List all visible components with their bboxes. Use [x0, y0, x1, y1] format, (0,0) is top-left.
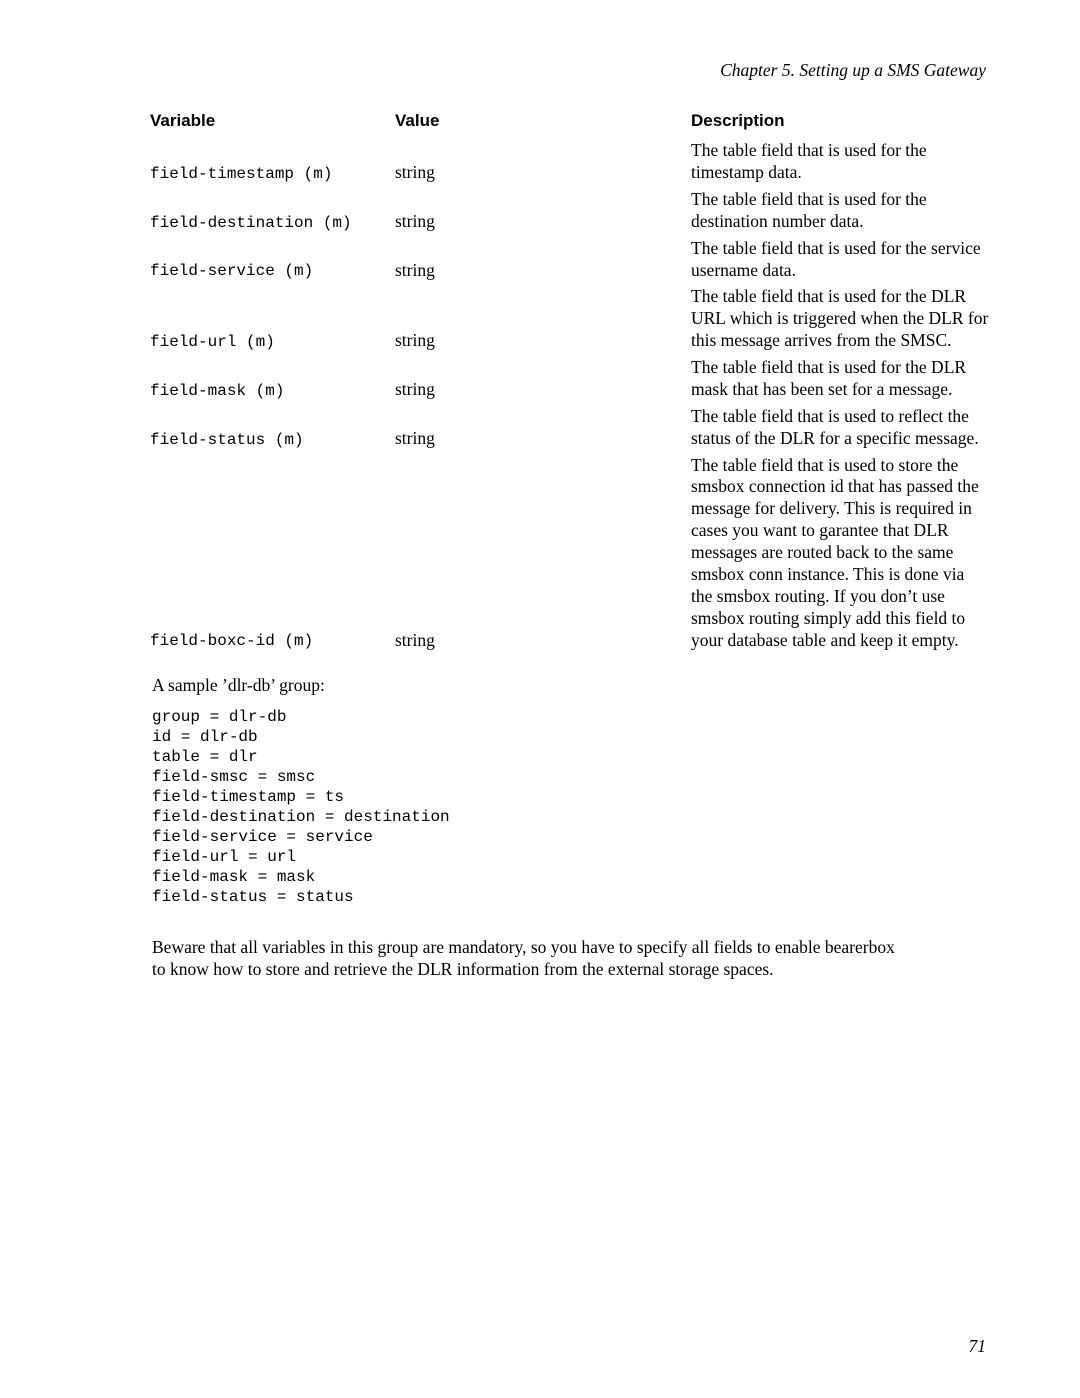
variable-description: The table field that is used for the DLR…: [685, 354, 990, 403]
table-row: field-mask (m) string The table field th…: [150, 354, 990, 403]
col-header-value: Value: [395, 110, 685, 137]
note-paragraph: Beware that all variables in this group …: [152, 937, 902, 981]
variable-value: string: [395, 330, 685, 354]
variable-description: The table field that is used for the ser…: [685, 235, 990, 284]
variable-name: field-mask (m): [150, 381, 395, 403]
variable-value: string: [395, 211, 685, 235]
page: Chapter 5. Setting up a SMS Gateway Vari…: [0, 0, 1080, 1398]
variable-description: The table field that is used to reflect …: [685, 403, 990, 452]
running-head: Chapter 5. Setting up a SMS Gateway: [150, 60, 990, 82]
variable-table: Variable Value Description field-timesta…: [150, 110, 990, 654]
col-header-variable: Variable: [150, 110, 395, 137]
variable-name: field-status (m): [150, 430, 395, 452]
variable-value: string: [395, 260, 685, 284]
variable-value: string: [395, 379, 685, 403]
variable-value: string: [395, 162, 685, 186]
table-row: field-boxc-id (m) string The table field…: [150, 452, 990, 654]
variable-name: field-timestamp (m): [150, 164, 395, 186]
sample-code-block: group = dlr-db id = dlr-db table = dlr f…: [152, 707, 990, 907]
variable-description: The table field that is used for the DLR…: [685, 283, 990, 354]
variable-value: string: [395, 428, 685, 452]
table-row: field-service (m) string The table field…: [150, 235, 990, 284]
page-number: 71: [969, 1336, 987, 1358]
table-header-row: Variable Value Description: [150, 110, 990, 137]
variable-value: string: [395, 630, 685, 654]
variable-name: field-service (m): [150, 261, 395, 283]
variable-description: The table field that is used for the des…: [685, 186, 990, 235]
variable-name: field-url (m): [150, 332, 395, 354]
variable-name: field-boxc-id (m): [150, 631, 395, 653]
table-row: field-timestamp (m) string The table fie…: [150, 137, 990, 186]
table-row: field-url (m) string The table field tha…: [150, 283, 990, 354]
col-header-description: Description: [685, 110, 990, 137]
table-row: field-destination (m) string The table f…: [150, 186, 990, 235]
variable-description: The table field that is used to store th…: [685, 452, 990, 654]
sample-intro: A sample ’dlr-db’ group:: [152, 675, 990, 697]
variable-description: The table field that is used for the tim…: [685, 137, 990, 186]
table-row: field-status (m) string The table field …: [150, 403, 990, 452]
variable-name: field-destination (m): [150, 213, 395, 235]
